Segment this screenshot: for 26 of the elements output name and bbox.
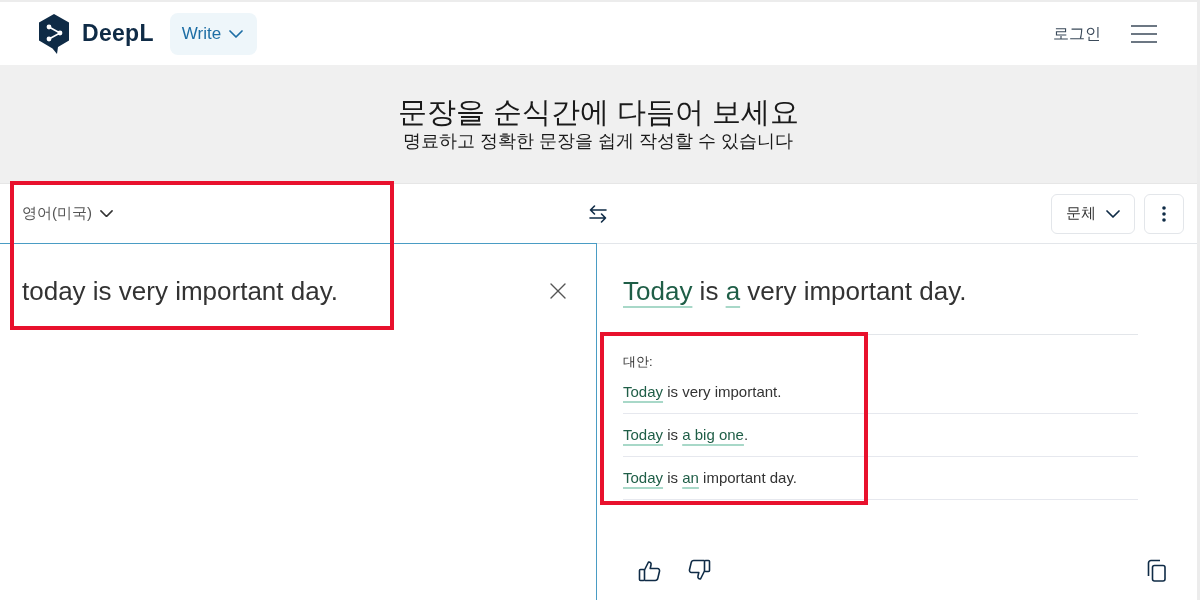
login-link[interactable]: 로그인 — [1053, 21, 1101, 46]
copy-icon[interactable] — [1145, 559, 1168, 582]
style-dropdown[interactable]: 문체 — [1051, 193, 1135, 234]
write-mode-dropdown[interactable]: Write — [169, 12, 258, 55]
alternatives-label: 대안: — [623, 353, 654, 371]
improved-sentence: Today is a very important day. — [623, 273, 1138, 335]
clear-button[interactable] — [550, 283, 566, 299]
thumbs-up-icon[interactable] — [638, 559, 661, 582]
logo-icon[interactable] — [37, 12, 71, 55]
alternative-sentence[interactable]: Today is very important. — [623, 371, 1138, 414]
chevron-down-icon — [100, 209, 113, 218]
chevron-down-icon — [229, 29, 244, 38]
thumbs-down-icon[interactable] — [688, 559, 711, 582]
source-text-field[interactable]: today is very important day. — [22, 273, 550, 333]
close-icon — [550, 283, 566, 299]
hero-title: 문장을 순식간에 다듬어 보세요 — [397, 95, 800, 131]
source-language-dropdown[interactable]: 영어(미국) — [22, 202, 113, 225]
logo-text[interactable]: DeepL — [82, 16, 154, 51]
menu-icon[interactable] — [1131, 24, 1157, 43]
chevron-down-icon — [1106, 209, 1120, 218]
alternative-sentence[interactable]: Today is a big one. — [623, 414, 1138, 457]
more-options-button[interactable] — [1144, 193, 1184, 234]
alternative-sentence[interactable]: Today is an important day. — [623, 457, 1138, 500]
swap-icon[interactable] — [588, 203, 608, 224]
more-icon — [1162, 205, 1166, 222]
hero-subtitle: 명료하고 정확한 문장을 쉽게 작성할 수 있습니다 — [403, 130, 794, 153]
